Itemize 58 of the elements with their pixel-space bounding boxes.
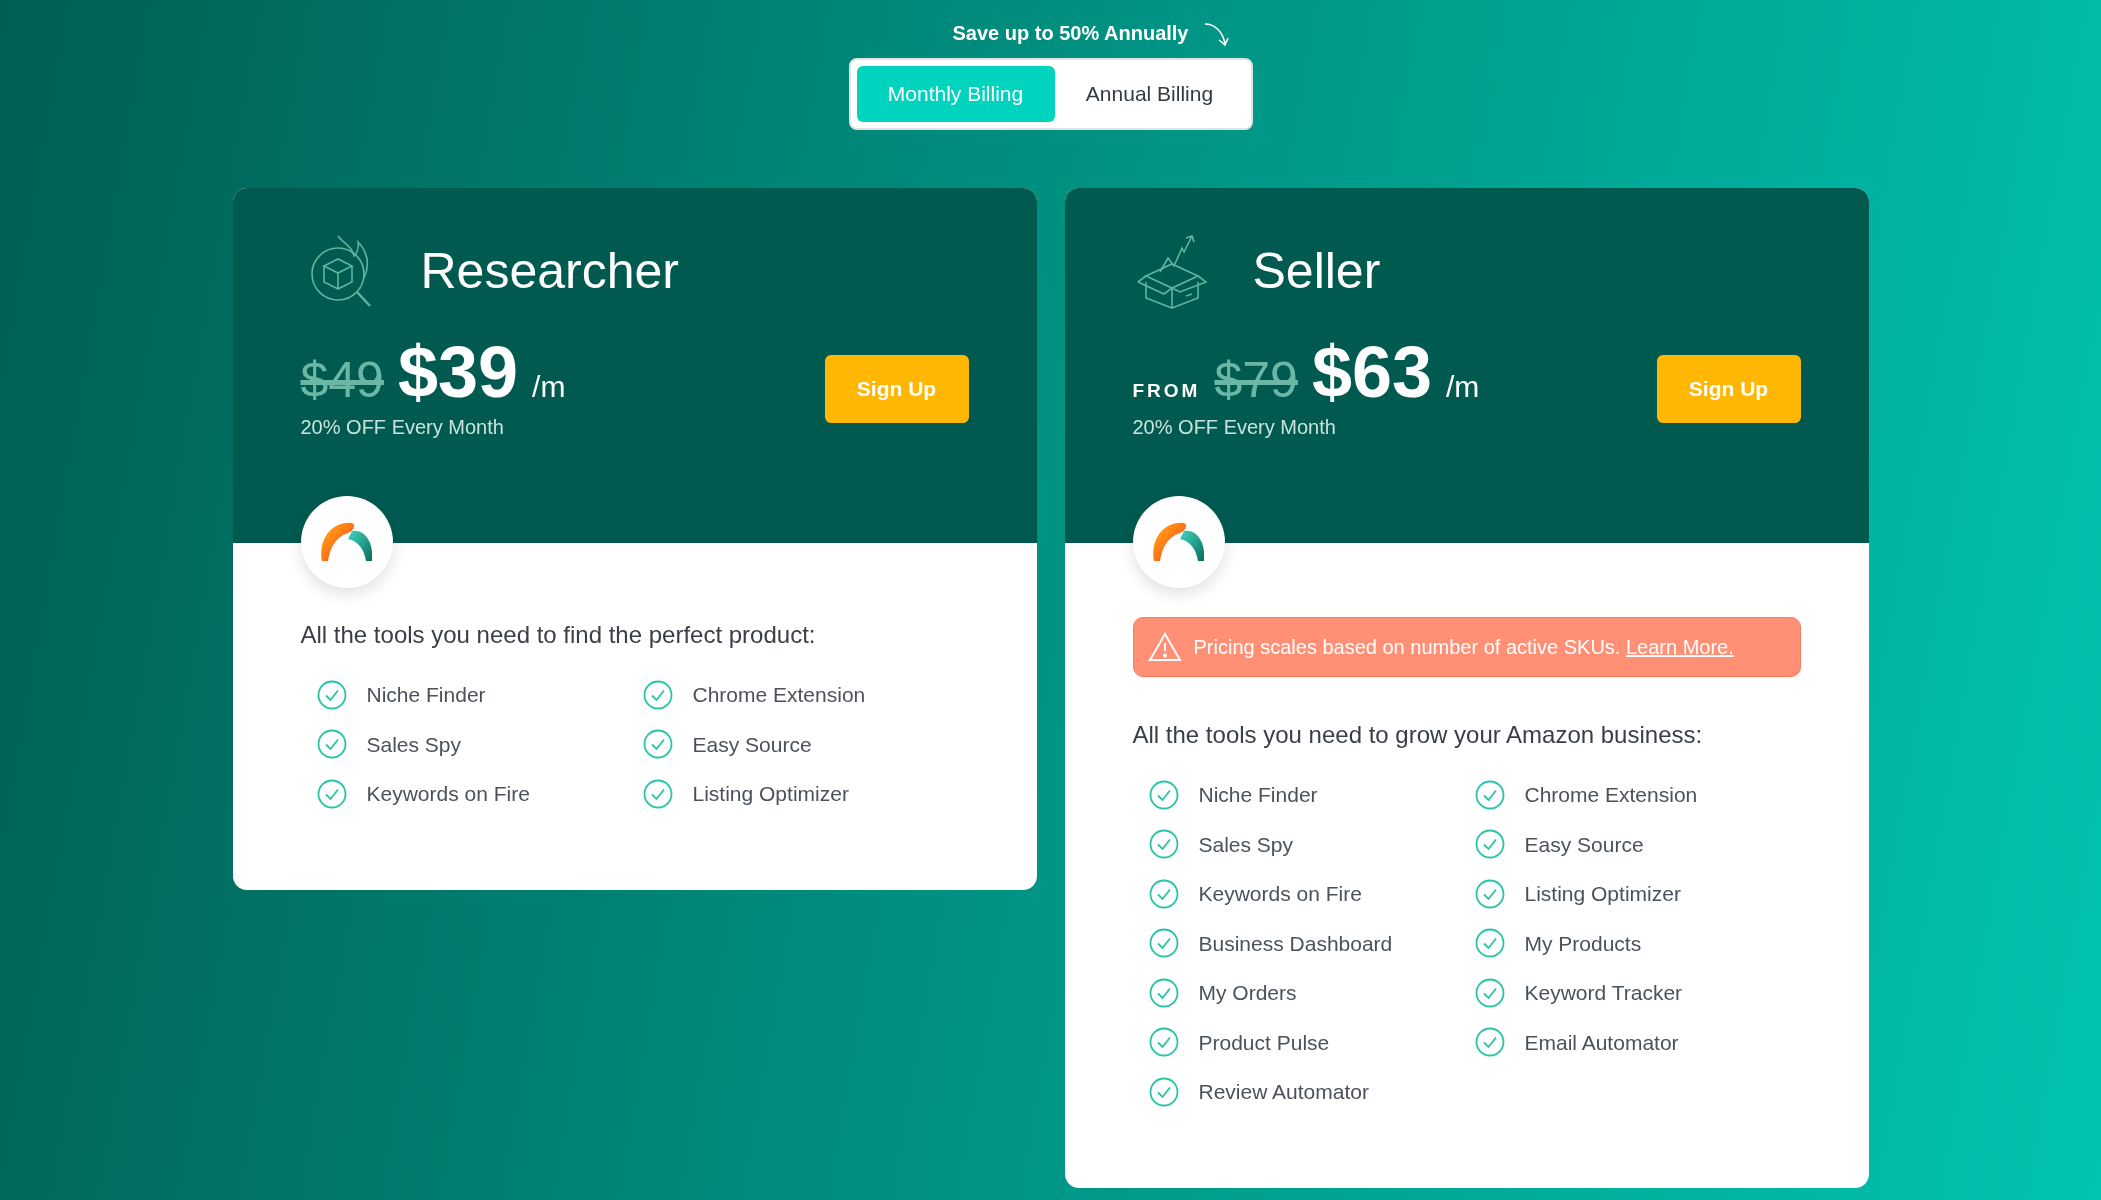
- plan-description: All the tools you need to find the perfect product:: [300, 620, 817, 650]
- sign-up-button[interactable]: Sign Up: [1656, 355, 1801, 423]
- feature-item: Keyword Tracker: [1524, 980, 1683, 1006]
- check-circle-icon: [1148, 878, 1179, 909]
- feature-item: Listing Optimizer: [1524, 881, 1681, 907]
- check-circle-icon: [1474, 1027, 1505, 1058]
- feature-item: My Orders: [1198, 980, 1297, 1006]
- check-circle-icon: [316, 729, 347, 760]
- price: $63: [1311, 336, 1432, 408]
- check-circle-icon: [1148, 1027, 1179, 1058]
- check-circle-icon: [1474, 928, 1505, 959]
- feature-item: Product Pulse: [1198, 1029, 1330, 1056]
- price: $39: [397, 336, 519, 408]
- notice-text: Pricing scales based on number of active SKUs. Learn More.: [1193, 635, 1734, 660]
- feature-item: Easy Source: [692, 731, 812, 758]
- feature-item: Email Automator: [1524, 1029, 1679, 1056]
- price-period: /m: [532, 372, 566, 402]
- feature-item: Chrome Extension: [1524, 782, 1698, 808]
- feature-item: Keywords on Fire: [1198, 881, 1362, 907]
- check-circle-icon: [316, 679, 347, 710]
- promo-text: Save up to 50% Annually: [952, 21, 1189, 46]
- check-circle-icon: [1148, 977, 1179, 1008]
- check-circle-icon: [642, 679, 673, 710]
- check-circle-icon: [1474, 878, 1505, 909]
- feature-item: Easy Source: [1524, 831, 1644, 858]
- feature-item: Listing Optimizer: [692, 781, 849, 807]
- plan-name: Researcher: [420, 246, 679, 296]
- check-circle-icon: [1148, 829, 1179, 860]
- feature-item: Niche Finder: [366, 682, 486, 708]
- feature-item: Review Automator: [1198, 1079, 1369, 1105]
- check-circle-icon: [1474, 779, 1505, 810]
- check-circle-icon: [1148, 1076, 1179, 1107]
- feature-item: Chrome Extension: [692, 682, 866, 708]
- sign-up-button[interactable]: Sign Up: [824, 355, 969, 423]
- plan-description: All the tools you need to grow your Amazon business:: [1132, 720, 1704, 750]
- feature-item: My Products: [1524, 930, 1642, 957]
- learn-more-link[interactable]: Learn More.: [1625, 636, 1734, 658]
- old-price: $49: [300, 355, 384, 405]
- discount-note: 20% OFF Every Month: [300, 415, 505, 440]
- feature-item: Sales Spy: [366, 731, 462, 758]
- billing-tab[interactable]: Monthly Billing: [856, 66, 1055, 122]
- check-circle-icon: [316, 778, 347, 809]
- check-circle-icon: [642, 729, 673, 760]
- discount-note: 20% OFF Every Month: [1132, 415, 1337, 440]
- check-circle-icon: [1148, 779, 1179, 810]
- check-circle-icon: [1474, 829, 1505, 860]
- feature-item: Niche Finder: [1198, 782, 1318, 808]
- feature-item: Keywords on Fire: [366, 781, 530, 807]
- feature-item: Sales Spy: [1198, 831, 1294, 858]
- check-circle-icon: [1148, 928, 1179, 959]
- check-circle-icon: [1474, 977, 1505, 1008]
- plan-name: Seller: [1252, 246, 1381, 296]
- check-circle-icon: [642, 778, 673, 809]
- warning-icon: [1147, 632, 1182, 662]
- price-period: /m: [1446, 372, 1480, 402]
- old-price: $79: [1214, 355, 1298, 405]
- from-label: FROM: [1132, 379, 1201, 403]
- feature-item: Business Dashboard: [1198, 930, 1393, 957]
